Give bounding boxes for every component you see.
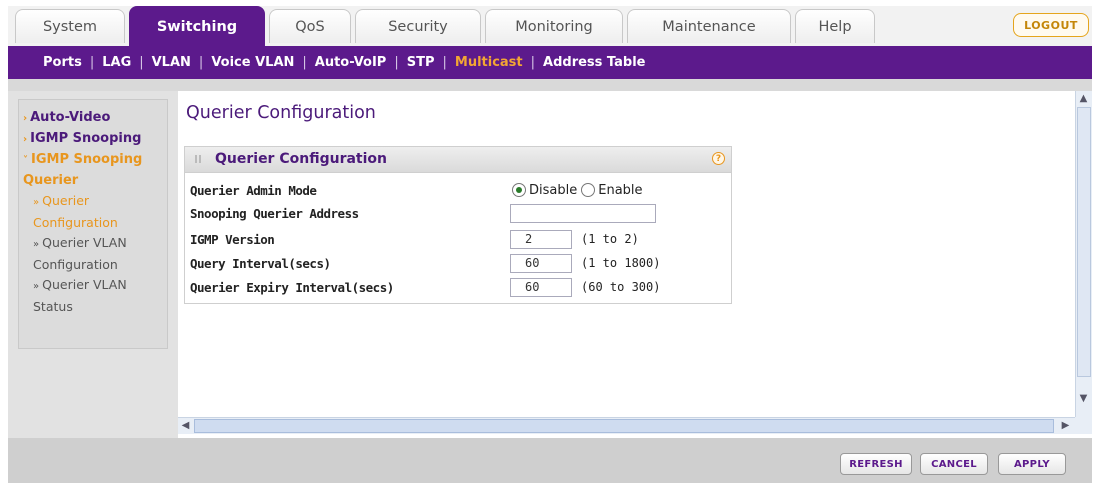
- tab-switching[interactable]: Switching: [129, 6, 265, 46]
- sidebar-item-auto-video[interactable]: › Auto-Video: [23, 108, 167, 129]
- subnav-voice-vlan[interactable]: Voice VLAN: [211, 55, 294, 70]
- sidebar-subitem-label: Configuration: [33, 215, 118, 230]
- subnav-separator: |: [139, 55, 144, 70]
- horizontal-scrollbar[interactable]: ◀ ▶: [178, 417, 1075, 434]
- enable-radio-label: Enable: [598, 182, 643, 198]
- subnav-vlan[interactable]: VLAN: [152, 55, 191, 70]
- tab-security[interactable]: Security: [355, 9, 481, 43]
- panel-header: Querier Configuration ?: [185, 147, 731, 173]
- top-tab-bar: System Switching QoS Security Monitoring…: [8, 6, 1092, 46]
- sub-navigation: Ports | LAG | VLAN | Voice VLAN | Auto-V…: [8, 46, 1092, 79]
- sidebar-item-label: Auto-Video: [30, 110, 111, 125]
- subnav-separator: |: [302, 55, 307, 70]
- query-interval-input[interactable]: 60: [510, 253, 572, 273]
- help-icon[interactable]: ?: [712, 152, 725, 165]
- sidebar-subitem-label: Querier VLAN: [42, 277, 127, 292]
- sidebar-subitem-label: Querier: [42, 193, 90, 208]
- sidebar-subitem-label: Configuration: [33, 257, 118, 272]
- sidebar-item-label: IGMP Snooping: [31, 152, 143, 167]
- vertical-scroll-thumb[interactable]: [1077, 107, 1091, 377]
- subnav-separator: |: [442, 55, 447, 70]
- admin-mode-label: Querier Admin Mode: [190, 182, 317, 198]
- chevron-right-icon: ›: [23, 134, 28, 145]
- drag-grip-icon: [195, 155, 203, 163]
- logout-button[interactable]: LOGOUT: [1013, 13, 1089, 37]
- double-chevron-icon: »: [33, 197, 40, 208]
- subnav-separator: |: [198, 55, 204, 70]
- expiry-interval-range: (60 to 300): [581, 280, 661, 294]
- scrollbar-corner: [1075, 417, 1092, 434]
- scroll-down-icon[interactable]: ▼: [1076, 391, 1091, 406]
- vertical-scrollbar[interactable]: ▲ ▼: [1075, 91, 1092, 417]
- apply-button[interactable]: APPLY: [998, 453, 1066, 475]
- scroll-up-icon[interactable]: ▲: [1076, 91, 1091, 106]
- subnav-address-table[interactable]: Address Table: [543, 55, 645, 70]
- subnav-separator: |: [394, 55, 399, 70]
- subnav-ports[interactable]: Ports: [43, 55, 82, 70]
- double-chevron-icon: »: [33, 239, 40, 250]
- subnav-multicast[interactable]: Multicast: [455, 55, 523, 70]
- querier-address-input[interactable]: [510, 203, 656, 223]
- double-chevron-icon: »: [33, 281, 40, 292]
- admin-mode-radio-group: Disable Enable: [512, 183, 643, 198]
- igmp-version-range: (1 to 2): [581, 232, 639, 246]
- sidebar-subitem-querier-vlan-status[interactable]: » Querier VLAN Status: [23, 275, 167, 317]
- sidebar-subitem-label: Status: [33, 299, 73, 314]
- query-interval-label: Query Interval(secs): [190, 255, 331, 271]
- sidebar: › Auto-Video › IGMP Snooping ˅ IGMP Snoopin…: [18, 99, 168, 349]
- chevron-down-icon: ˅: [23, 155, 28, 166]
- cancel-button[interactable]: CANCEL: [920, 453, 988, 475]
- querier-address-label: Snooping Querier Address: [190, 205, 359, 221]
- sidebar-subitem-querier-configuration[interactable]: » Querier Configuration: [23, 191, 167, 233]
- subnav-separator: |: [89, 55, 95, 70]
- tab-help[interactable]: Help: [795, 9, 875, 43]
- page-title: Querier Configuration: [186, 103, 376, 123]
- query-interval-range: (1 to 1800): [581, 256, 661, 270]
- igmp-version-input[interactable]: 2: [510, 229, 572, 249]
- subnav-stp[interactable]: STP: [407, 55, 435, 70]
- tab-system[interactable]: System: [15, 9, 125, 43]
- main-content: Querier Configuration Querier Configurat…: [178, 91, 1075, 417]
- tab-qos[interactable]: QoS: [269, 9, 351, 43]
- refresh-button[interactable]: REFRESH: [840, 453, 912, 475]
- tab-maintenance[interactable]: Maintenance: [627, 9, 791, 43]
- disable-radio-label: Disable: [529, 182, 578, 198]
- scroll-left-icon[interactable]: ◀: [178, 418, 193, 433]
- expiry-interval-label: Querier Expiry Interval(secs): [190, 279, 394, 295]
- tab-monitoring[interactable]: Monitoring: [485, 9, 623, 43]
- sidebar-item-igmp-snooping[interactable]: › IGMP Snooping: [23, 129, 167, 150]
- expiry-interval-input[interactable]: 60: [510, 277, 572, 297]
- sidebar-item-igmp-snooping-querier[interactable]: ˅ IGMP Snooping Querier: [23, 150, 167, 191]
- subnav-lag[interactable]: LAG: [102, 55, 131, 70]
- scroll-right-icon[interactable]: ▶: [1058, 418, 1073, 433]
- disable-radio[interactable]: [512, 183, 526, 197]
- sidebar-subitem-label: Querier VLAN: [42, 235, 127, 250]
- subnav-auto-voip[interactable]: Auto-VoIP: [315, 55, 387, 70]
- sidebar-subitem-querier-vlan-configuration[interactable]: » Querier VLAN Configuration: [23, 233, 167, 275]
- footer-bar: REFRESH CANCEL APPLY: [8, 438, 1092, 483]
- panel-title: Querier Configuration: [215, 151, 387, 167]
- sidebar-item-label: Querier: [23, 173, 79, 188]
- header-band: [8, 79, 1092, 91]
- chevron-right-icon: ›: [23, 113, 28, 124]
- sidebar-item-label: IGMP Snooping: [30, 131, 142, 146]
- subnav-separator: |: [530, 55, 536, 70]
- enable-radio[interactable]: [581, 183, 596, 197]
- querier-configuration-panel: Querier Configuration ? Querier Admin Mo…: [184, 146, 732, 304]
- igmp-version-label: IGMP Version: [190, 231, 275, 247]
- horizontal-scroll-thumb[interactable]: [194, 419, 1054, 433]
